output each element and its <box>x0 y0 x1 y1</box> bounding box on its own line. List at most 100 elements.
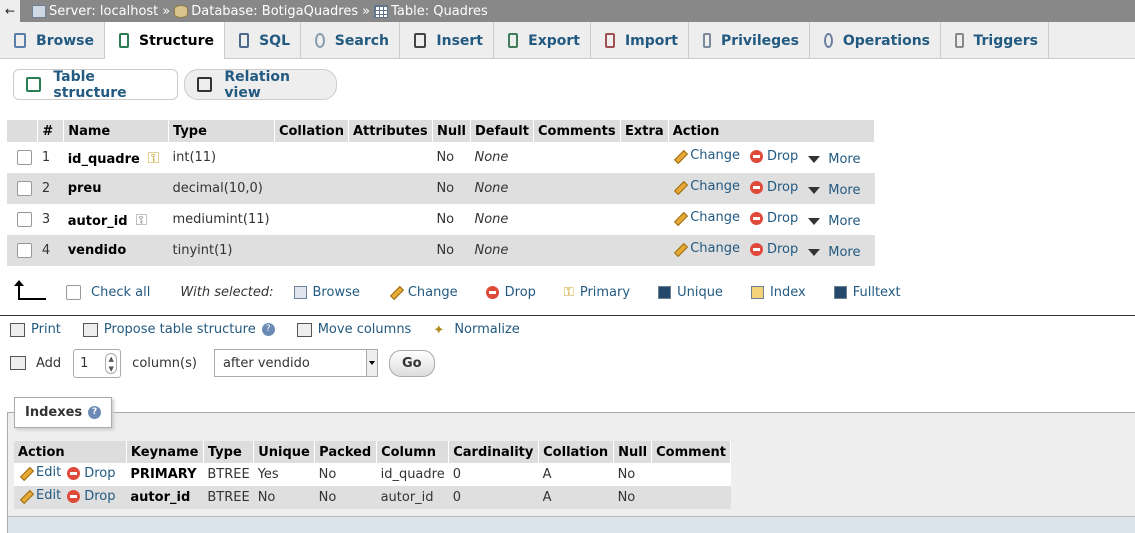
idx-type: BTREE <box>203 463 254 486</box>
structure-table: # Name Type Collation Attributes Null De… <box>7 120 876 266</box>
back-arrow-icon[interactable]: ← <box>0 0 20 22</box>
bulk-fulltext-button[interactable]: Fulltext <box>833 285 901 300</box>
row-checkbox[interactable] <box>17 150 32 165</box>
drop-label: Drop <box>766 179 799 195</box>
idx-cardinality: 0 <box>448 463 539 486</box>
row-checkbox[interactable] <box>17 181 32 196</box>
more-button[interactable]: More <box>808 183 861 198</box>
drop-index-button[interactable]: Drop <box>67 489 115 504</box>
column-position-value: after vendido <box>222 355 310 371</box>
relation-view-button[interactable]: Relation view <box>184 69 337 101</box>
chevron-down-icon <box>808 186 821 194</box>
tab-insert[interactable]: Insert <box>400 22 494 59</box>
tab-structure[interactable]: Structure <box>105 22 225 59</box>
columns-label: column(s) <box>132 355 197 371</box>
row-actions: Change Drop More <box>668 173 875 204</box>
indexes-table: Action Keyname Type Unique Packed Column… <box>14 441 731 509</box>
change-button[interactable]: Change <box>672 241 740 256</box>
idx-header-comment: Comment <box>651 441 731 463</box>
more-button[interactable]: More <box>808 214 861 229</box>
row-checkbox[interactable] <box>17 243 32 258</box>
row-checkbox[interactable] <box>17 212 32 227</box>
idx-keyname: PRIMARY <box>126 463 204 486</box>
drop-button[interactable]: Drop <box>749 149 798 164</box>
tab-operations[interactable]: Operations <box>810 22 941 59</box>
tab-triggers[interactable]: Triggers <box>941 22 1049 59</box>
header-default: Default <box>470 120 534 142</box>
header-name: Name <box>63 120 169 142</box>
drop-button[interactable]: Drop <box>749 179 799 195</box>
bulk-change-button[interactable]: Change <box>388 285 458 300</box>
bulk-browse-button[interactable]: Browse <box>293 285 360 300</box>
add-label: Add <box>36 355 62 371</box>
idx-packed: No <box>314 463 377 486</box>
tab-search[interactable]: Search <box>301 22 400 59</box>
row-number: 2 <box>37 173 64 204</box>
column-collation <box>274 204 349 235</box>
more-button[interactable]: More <box>808 152 861 167</box>
bulk-drop-label: Drop <box>504 284 536 300</box>
drop-label: Drop <box>766 241 799 257</box>
normalize-link[interactable]: ✦ Normalize <box>433 322 519 338</box>
table-structure-button[interactable]: Table structure <box>13 69 178 101</box>
change-button[interactable]: Change <box>672 148 740 163</box>
tab-label: Triggers <box>973 32 1039 49</box>
propose-structure-link[interactable]: Propose table structure? <box>82 322 275 337</box>
more-button[interactable]: More <box>808 245 861 260</box>
bulk-index-button[interactable]: Index <box>750 284 806 300</box>
go-button[interactable]: Go <box>388 349 435 377</box>
edit-index-button[interactable]: Edit <box>18 488 61 503</box>
drop-button[interactable]: Drop <box>749 241 799 257</box>
column-count-stepper[interactable]: 1 ▲ ▼ <box>73 348 122 378</box>
breadcrumb-table[interactable]: Table: Quadres <box>374 4 488 19</box>
import-icon <box>605 33 615 48</box>
header-extra: Extra <box>620 120 669 142</box>
tab-privileges[interactable]: Privileges <box>689 22 810 59</box>
drop-icon <box>749 180 763 194</box>
bulk-primary-label: Primary <box>579 284 631 300</box>
breadcrumb-server[interactable]: Server: localhost <box>32 4 158 19</box>
tab-export[interactable]: Export <box>494 22 591 59</box>
structure-header-row: # Name Type Collation Attributes Null De… <box>7 120 876 142</box>
insert-icon <box>414 33 427 48</box>
bulk-primary-button[interactable]: ⚿ Primary <box>564 285 630 300</box>
breadcrumb-separator: » <box>362 3 371 19</box>
header-comments: Comments <box>533 120 621 142</box>
bulk-drop-button[interactable]: Drop <box>485 284 536 300</box>
edit-index-button[interactable]: Edit <box>18 465 61 480</box>
bulk-unique-button[interactable]: Unique <box>658 285 723 300</box>
help-icon[interactable]: ? <box>88 406 102 419</box>
column-extra <box>620 235 669 266</box>
help-icon[interactable]: ? <box>261 323 275 336</box>
column-type: decimal(10,0) <box>168 173 275 204</box>
stepper-arrows-icon[interactable]: ▲ ▼ <box>105 352 118 374</box>
drop-index-button[interactable]: Drop <box>67 466 115 481</box>
check-all-checkbox[interactable] <box>66 284 81 300</box>
move-columns-link[interactable]: Move columns <box>296 322 411 337</box>
breadcrumb-server-label[interactable]: Server: localhost <box>49 4 158 19</box>
triggers-icon <box>955 33 964 48</box>
breadcrumb-table-label[interactable]: Table: Quadres <box>391 4 488 19</box>
sql-icon <box>239 33 250 48</box>
change-button[interactable]: Change <box>672 179 740 194</box>
relation-view-icon <box>197 77 213 92</box>
column-type: int(11) <box>168 142 275 173</box>
change-button[interactable]: Change <box>672 210 740 225</box>
row-checkbox-cell <box>7 173 38 204</box>
index-icon <box>750 285 764 299</box>
tab-sql[interactable]: SQL <box>225 22 301 59</box>
drop-button[interactable]: Drop <box>749 211 798 226</box>
column-null: No <box>432 142 471 173</box>
edit-label: Edit <box>36 465 62 481</box>
breadcrumb-database[interactable]: Database: BotigaQuadres <box>174 4 358 19</box>
column-comments <box>533 173 621 204</box>
breadcrumb-database-label[interactable]: Database: BotigaQuadres <box>191 4 358 19</box>
tab-import[interactable]: Import <box>591 22 689 59</box>
column-position-select[interactable]: after vendido <box>213 349 378 377</box>
print-link[interactable]: Print <box>10 322 61 337</box>
pencil-icon <box>388 285 402 299</box>
check-all-label[interactable]: Check all <box>91 285 150 300</box>
bulk-index-label: Index <box>769 284 806 300</box>
tab-browse[interactable]: Browse <box>0 22 105 59</box>
select-arrow-icon <box>365 350 377 376</box>
